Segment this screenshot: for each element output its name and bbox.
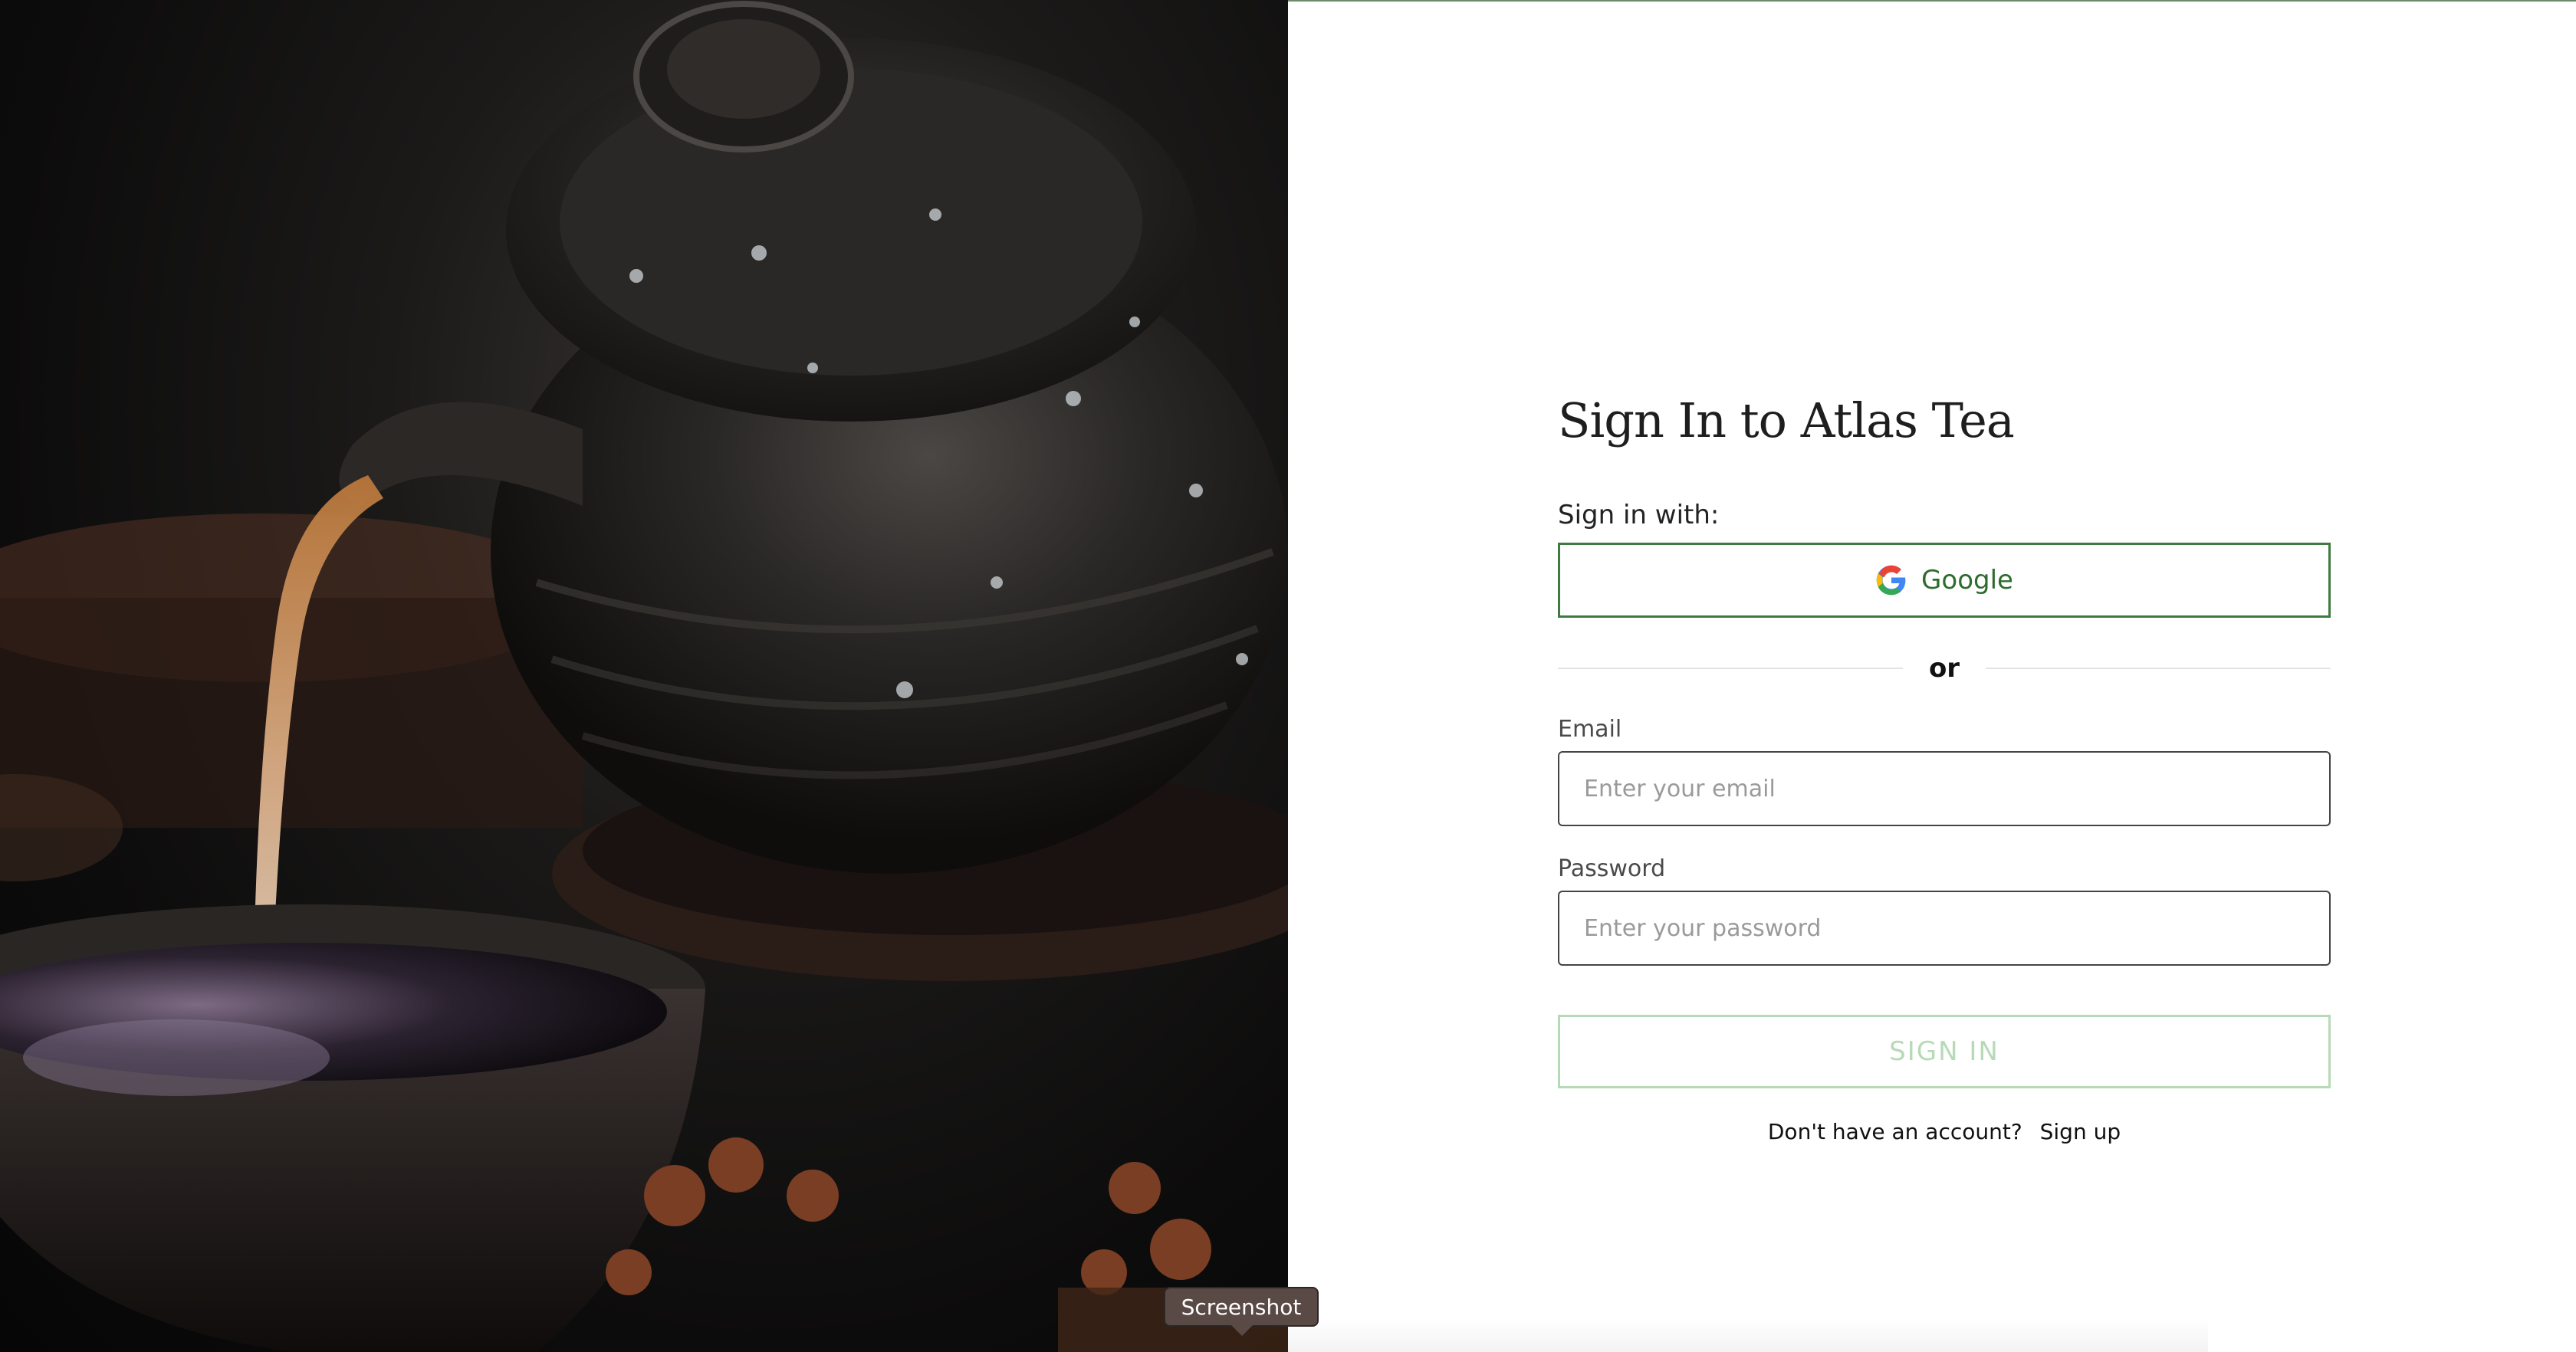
signin-form: Sign In to Atlas Tea Sign in with: Googl… (1558, 385, 2331, 1144)
signin-button[interactable]: SIGN IN (1558, 1015, 2331, 1088)
password-field[interactable] (1558, 891, 2331, 966)
signin-with-label: Sign in with: (1558, 500, 1720, 530)
divider-line-left (1558, 668, 1903, 669)
signin-panel: Sign In to Atlas Tea Sign in with: Googl… (1288, 0, 2576, 1352)
google-button-label: Google (1921, 565, 2013, 596)
page-title: Sign In to Atlas Tea (1558, 392, 2015, 448)
hero-image (0, 0, 1288, 1352)
bottom-shadow (1288, 1318, 2208, 1352)
google-icon (1875, 564, 1907, 596)
email-field[interactable] (1558, 751, 2331, 826)
password-label: Password (1558, 855, 1666, 882)
google-signin-button[interactable]: Google (1558, 543, 2331, 618)
or-divider: or (1558, 653, 2331, 684)
no-account-text: Don't have an account? (1767, 1119, 2022, 1144)
divider-line-right (1986, 668, 2331, 669)
email-label: Email (1558, 716, 1622, 743)
teapot-illustration (0, 1, 1288, 1352)
screenshot-tooltip: Screenshot (1164, 1287, 1319, 1336)
signup-link[interactable]: Sign up (2040, 1119, 2121, 1144)
signup-row: Don't have an account? Sign up (1558, 1119, 2331, 1144)
divider-text: or (1928, 653, 1960, 684)
